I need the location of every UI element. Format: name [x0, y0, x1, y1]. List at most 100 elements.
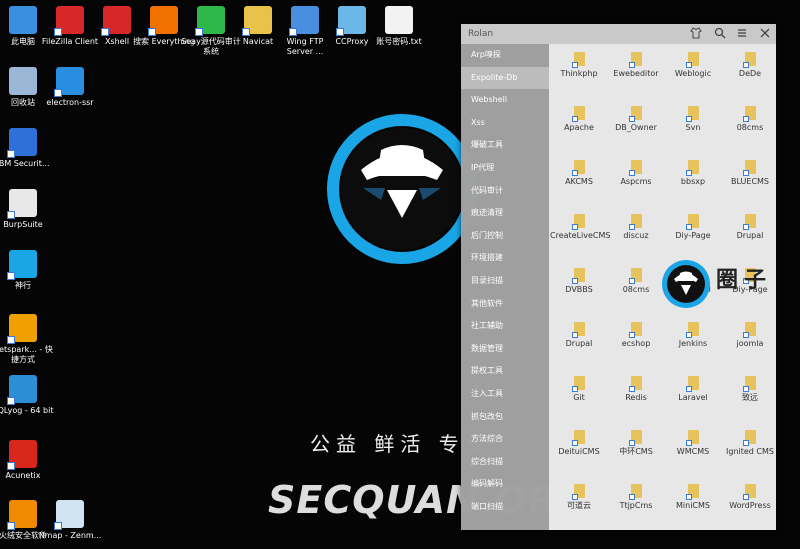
desktop-icon-nmap[interactable]: Nmap - Zenm...: [38, 500, 102, 541]
folder-item[interactable]: Drupal: [550, 322, 608, 349]
folder-item[interactable]: joomla: [721, 322, 779, 349]
folder-item[interactable]: Drupal: [721, 214, 779, 241]
sidebar-item[interactable]: Webshell: [461, 89, 549, 112]
desktop-icon-txt-file[interactable]: 账号密码.txt: [367, 6, 431, 47]
folder-icon: [742, 322, 756, 338]
folder-item[interactable]: Ewebeditor: [607, 52, 665, 79]
folder-label: bbsxp: [680, 177, 706, 186]
folder-icon: [685, 106, 699, 122]
sidebar-item[interactable]: 注入工具: [461, 383, 549, 406]
sidebar-item[interactable]: 数据管理: [461, 338, 549, 361]
huorong-icon: [7, 500, 37, 530]
folder-label: 可道云: [567, 501, 591, 510]
folder-item[interactable]: WMCMS: [664, 430, 722, 457]
desktop-icon-label: Nmap - Zenm...: [38, 531, 102, 540]
folder-icon: [685, 160, 699, 176]
folder-label: DeDe: [738, 69, 762, 78]
desktop-icon-burpsuite[interactable]: BurpSuite: [0, 189, 55, 230]
recycle-bin-icon: [9, 67, 37, 95]
sidebar-item[interactable]: 社工辅助: [461, 315, 549, 338]
folder-icon: [742, 52, 756, 68]
folder-item[interactable]: DeDe: [721, 52, 779, 79]
sidebar-item[interactable]: 后门控制: [461, 225, 549, 248]
sidebar-item[interactable]: 抓包改包: [461, 406, 549, 429]
folder-item[interactable]: TtjpCms: [607, 484, 665, 511]
desktop-icon-sqlyog[interactable]: SQLyog - 64 bit: [0, 375, 55, 416]
sidebar-item[interactable]: 代码审计: [461, 180, 549, 203]
folder-label: Aspcms: [620, 177, 652, 186]
desktop-icon-acunetix[interactable]: Acunetix: [0, 440, 55, 481]
folder-item[interactable]: 致远: [721, 376, 779, 403]
shirt-icon[interactable]: [689, 27, 703, 41]
folder-icon: [742, 484, 756, 500]
sidebar-item[interactable]: 编码解码: [461, 473, 549, 496]
folder-item[interactable]: Laravel: [664, 376, 722, 403]
folder-item[interactable]: DVBBS: [550, 268, 608, 295]
sidebar-item[interactable]: 爆破工具: [461, 134, 549, 157]
desktop-icon-electron-ssr[interactable]: electron-ssr: [38, 67, 102, 108]
title-bar[interactable]: Rolan: [461, 24, 776, 44]
navicat-icon: [242, 6, 272, 36]
folder-item[interactable]: Git: [550, 376, 608, 403]
sidebar-item[interactable]: 目录扫描: [461, 270, 549, 293]
folder-item[interactable]: Ignited CMS: [721, 430, 779, 457]
folder-item[interactable]: 08cms: [607, 268, 665, 295]
desktop-icon-netsparker[interactable]: Netspark... - 快捷方式: [0, 314, 55, 365]
sidebar-item[interactable]: 方法综合: [461, 428, 549, 451]
folder-label: WMCMS: [676, 447, 710, 456]
sidebar-item[interactable]: Xss: [461, 112, 549, 135]
folder-item[interactable]: Svn: [664, 106, 722, 133]
folder-item[interactable]: MiniCMS: [664, 484, 722, 511]
category-sidebar: Arp嗅探 Expolite-Db Webshell Xss 爆破工具 IP代理 代码审计痕…: [461, 44, 549, 530]
folder-label: discuz: [623, 231, 649, 240]
folder-item[interactable]: DeituiCMS: [550, 430, 608, 457]
folder-item[interactable]: ecshop: [607, 322, 665, 349]
sidebar-item[interactable]: Expolite-Db: [461, 66, 549, 90]
folder-icon: [571, 106, 585, 122]
sidebar-item[interactable]: 环境搭建: [461, 247, 549, 270]
folder-label: CreateLiveCMS: [550, 231, 611, 240]
sidebar-item[interactable]: 端口扫描: [461, 496, 549, 519]
xshell-icon: [101, 6, 131, 36]
folder-label: Jenkins: [678, 339, 708, 348]
folder-item[interactable]: WordPress: [721, 484, 779, 511]
folder-label: Drupal: [736, 231, 764, 240]
spy-logo-icon: [341, 128, 463, 250]
desktop-icon-shenxing[interactable]: 神行: [0, 250, 55, 291]
folder-item[interactable]: 可道云: [550, 484, 608, 511]
folder-label: Thinkphp: [560, 69, 598, 78]
folder-item[interactable]: Thinkphp: [550, 52, 608, 79]
folder-icon: [628, 376, 642, 392]
folder-item[interactable]: DB_Owner: [607, 106, 665, 133]
folder-item[interactable]: bbsxp: [664, 160, 722, 187]
folder-item[interactable]: Jenkins: [664, 322, 722, 349]
folder-item[interactable]: Redis: [607, 376, 665, 403]
sidebar-item[interactable]: 提权工具: [461, 360, 549, 383]
folder-item[interactable]: 08cms: [721, 106, 779, 133]
folder-icon: [571, 376, 585, 392]
folder-item[interactable]: 中环CMS: [607, 430, 665, 457]
folder-icon: [628, 430, 642, 446]
folder-item[interactable]: AKCMS: [550, 160, 608, 187]
sidebar-item[interactable]: 痕迹清理: [461, 202, 549, 225]
folder-item[interactable]: CreateLiveCMS: [550, 214, 611, 241]
txt-file-icon: [385, 6, 413, 34]
folder-item[interactable]: BLUECMS: [721, 160, 779, 187]
folder-item[interactable]: Aspcms: [607, 160, 665, 187]
sidebar-item[interactable]: IP代理: [461, 157, 549, 180]
folder-item[interactable]: discuz: [607, 214, 665, 241]
sidebar-item[interactable]: 综合扫描: [461, 451, 549, 474]
search-icon[interactable]: [713, 27, 727, 41]
desktop-icon-ibm-security[interactable]: IBM Securit...: [0, 128, 55, 169]
folder-item[interactable]: Apache: [550, 106, 608, 133]
folder-label: TtjpCms: [619, 501, 653, 510]
folder-icon: [571, 322, 585, 338]
sqlyog-icon: [7, 375, 37, 405]
folder-item[interactable]: Diy-Page: [664, 214, 722, 241]
menu-icon[interactable]: [735, 27, 749, 41]
sidebar-item[interactable]: Arp嗅探: [461, 44, 549, 67]
folder-item[interactable]: Weblogic: [664, 52, 722, 79]
close-icon[interactable]: [758, 27, 772, 41]
folder-icon: [571, 268, 585, 284]
sidebar-item[interactable]: 其他软件: [461, 293, 549, 316]
